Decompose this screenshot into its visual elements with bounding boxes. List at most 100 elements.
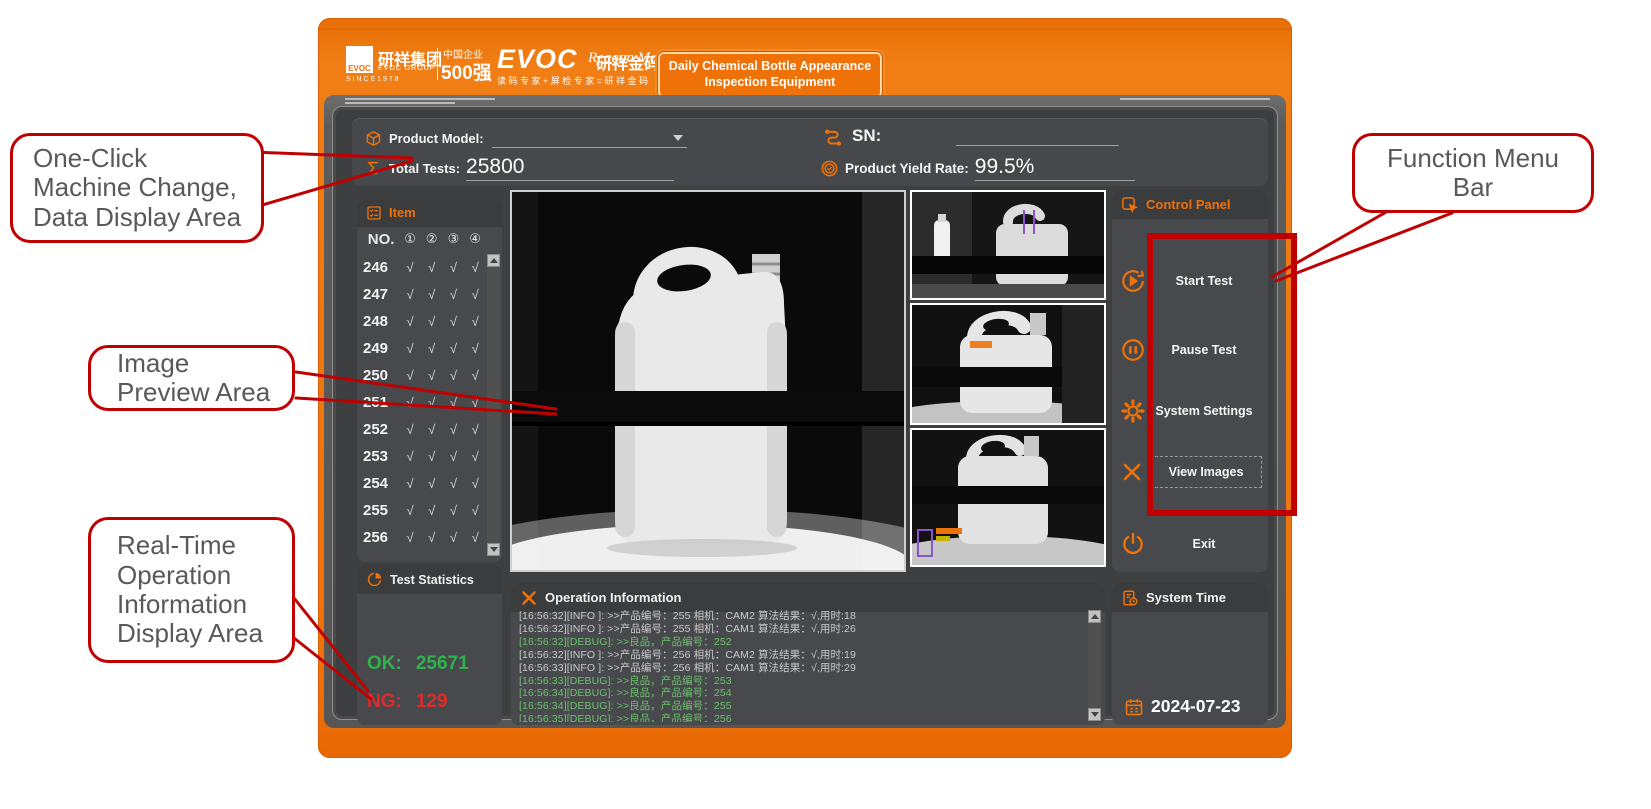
log-line: [16:56:32][DEBUG]: >>良品，产品编号：252 [519, 636, 1085, 649]
check-mark: √ [421, 341, 443, 356]
row-number: 248 [363, 313, 399, 330]
window-title: Daily Chemical Bottle Appearance Inspect… [658, 52, 882, 98]
table-row[interactable]: 252√√√√ [363, 416, 486, 443]
row-number: 247 [363, 286, 399, 303]
decor-line [1120, 98, 1270, 100]
check-mark: √ [464, 449, 486, 464]
table-row[interactable]: 255√√√√ [363, 497, 486, 524]
table-row[interactable]: 247√√√√ [363, 281, 486, 308]
check-mark: √ [443, 395, 465, 410]
log-line: [16:56:34][DEBUG]: >>良品，产品编号：254 [519, 687, 1085, 700]
screenshot-root: EVOC 研祥集团 EVOC GROUP S I N C E 1 9 7 8 中… [0, 0, 1651, 809]
row-number: 254 [363, 475, 399, 492]
log-line: [16:56:33][INFO ]: >>产品编号：256 相机：CAM1 算法… [519, 662, 1085, 675]
logo-since: S I N C E 1 9 7 8 [346, 76, 399, 83]
check-mark: √ [464, 530, 486, 545]
check-mark: √ [421, 314, 443, 329]
total-tests-label: Total Tests: [389, 161, 460, 176]
check-mark: √ [443, 341, 465, 356]
start-test-icon [1120, 268, 1146, 294]
evoc-logo-icon: EVOC [346, 46, 373, 73]
test-statistics-panel: Test Statistics OK: 25671 NG: 129 [357, 565, 502, 725]
check-mark: √ [421, 422, 443, 437]
pause-test-icon [1120, 337, 1146, 363]
check-mark: √ [464, 287, 486, 302]
check-mark: √ [399, 476, 421, 491]
ok-label: OK: [367, 653, 402, 675]
ng-label: NG: [367, 691, 402, 713]
exit-label: Exit [1146, 537, 1262, 551]
ng-count-row: NG: 129 [367, 691, 448, 713]
item-table-columns: NO. ① ② ③ ④ [363, 231, 486, 248]
check-mark: √ [464, 422, 486, 437]
callout-data-display-area: One-Click Machine Change, Data Display A… [10, 133, 264, 243]
sn-field[interactable] [956, 126, 1119, 146]
preview-thumbnail-3[interactable] [910, 428, 1106, 567]
check-mark: √ [421, 287, 443, 302]
callout-image-preview-area: Image Preview Area [88, 345, 295, 411]
scroll-up-button[interactable] [487, 254, 500, 267]
check-mark: √ [443, 368, 465, 383]
row-number: 252 [363, 421, 399, 438]
crossed-tools-icon [520, 589, 538, 607]
logo-evoc-group: EVOC GROUP [378, 65, 435, 72]
preview-thumbnail-1[interactable] [910, 190, 1106, 300]
item-panel-title: Item [389, 205, 416, 220]
arrow-down-icon [490, 547, 498, 552]
system-date-value: 2024-07-23 [1151, 696, 1241, 717]
log-output[interactable]: [16:56:32][INFO ]: >>产品编号：255 相机：CAM2 算法… [519, 610, 1085, 722]
table-row[interactable]: 251√√√√ [363, 389, 486, 416]
operation-info-title: Operation Information [545, 590, 682, 605]
dropdown-caret-icon [673, 135, 683, 141]
log-scrollbar[interactable] [1088, 610, 1101, 721]
sn-label: SN: [852, 126, 881, 146]
log-scroll-down-button[interactable] [1088, 708, 1101, 721]
table-row[interactable]: 254√√√√ [363, 470, 486, 497]
exit-button[interactable]: Exit [1120, 524, 1262, 564]
operation-info-header: Operation Information [511, 583, 1105, 612]
preview-thumbnail-2[interactable] [910, 303, 1106, 425]
check-mark: √ [421, 530, 443, 545]
control-panel-icon [1121, 196, 1139, 214]
check-mark: √ [399, 368, 421, 383]
check-mark: √ [464, 260, 486, 275]
log-scroll-up-button[interactable] [1088, 610, 1101, 623]
check-mark: √ [421, 260, 443, 275]
scroll-down-button[interactable] [487, 543, 500, 556]
control-panel-title: Control Panel [1146, 197, 1231, 212]
clock-document-icon [1121, 589, 1139, 607]
check-mark: √ [464, 395, 486, 410]
table-row[interactable]: 248√√√√ [363, 308, 486, 335]
row-number: 246 [363, 259, 399, 276]
check-mark: √ [443, 260, 465, 275]
logo-tagline: 读 码 专 家 + 屏 检 专 家 = 研 祥 金 码 [497, 74, 648, 87]
logo-jinma: 研祥金码 [596, 50, 660, 74]
table-row[interactable]: 249√√√√ [363, 335, 486, 362]
system-settings-icon [1120, 398, 1146, 424]
system-date-row: 2024-07-23 [1124, 696, 1241, 717]
check-mark: √ [399, 395, 421, 410]
item-table-scrollbar[interactable] [487, 254, 500, 556]
row-number: 255 [363, 502, 399, 519]
check-mark: √ [399, 530, 421, 545]
row-number: 249 [363, 340, 399, 357]
product-model-dropdown[interactable] [492, 128, 687, 148]
log-line: [16:56:34][DEBUG]: >>良品，产品编号：255 [519, 700, 1085, 713]
check-mark: √ [421, 476, 443, 491]
table-row[interactable]: 250√√√√ [363, 362, 486, 389]
table-row[interactable]: 256√√√√ [363, 524, 486, 551]
power-icon [1120, 531, 1146, 557]
ng-value: 129 [416, 691, 448, 713]
test-statistics-title: Test Statistics [390, 573, 474, 587]
table-row[interactable]: 246√√√√ [363, 254, 486, 281]
main-camera-image [510, 190, 906, 572]
callout-realtime-info-area: Real-Time Operation Information Display … [88, 517, 295, 663]
check-mark: √ [421, 395, 443, 410]
item-table-rows: 246√√√√247√√√√248√√√√249√√√√250√√√√251√√… [363, 254, 486, 552]
col-3: ③ [443, 231, 465, 248]
table-row[interactable]: 253√√√√ [363, 443, 486, 470]
col-no: NO. [363, 231, 399, 248]
check-mark: √ [443, 530, 465, 545]
check-mark: √ [464, 314, 486, 329]
sn-icon [822, 126, 844, 146]
